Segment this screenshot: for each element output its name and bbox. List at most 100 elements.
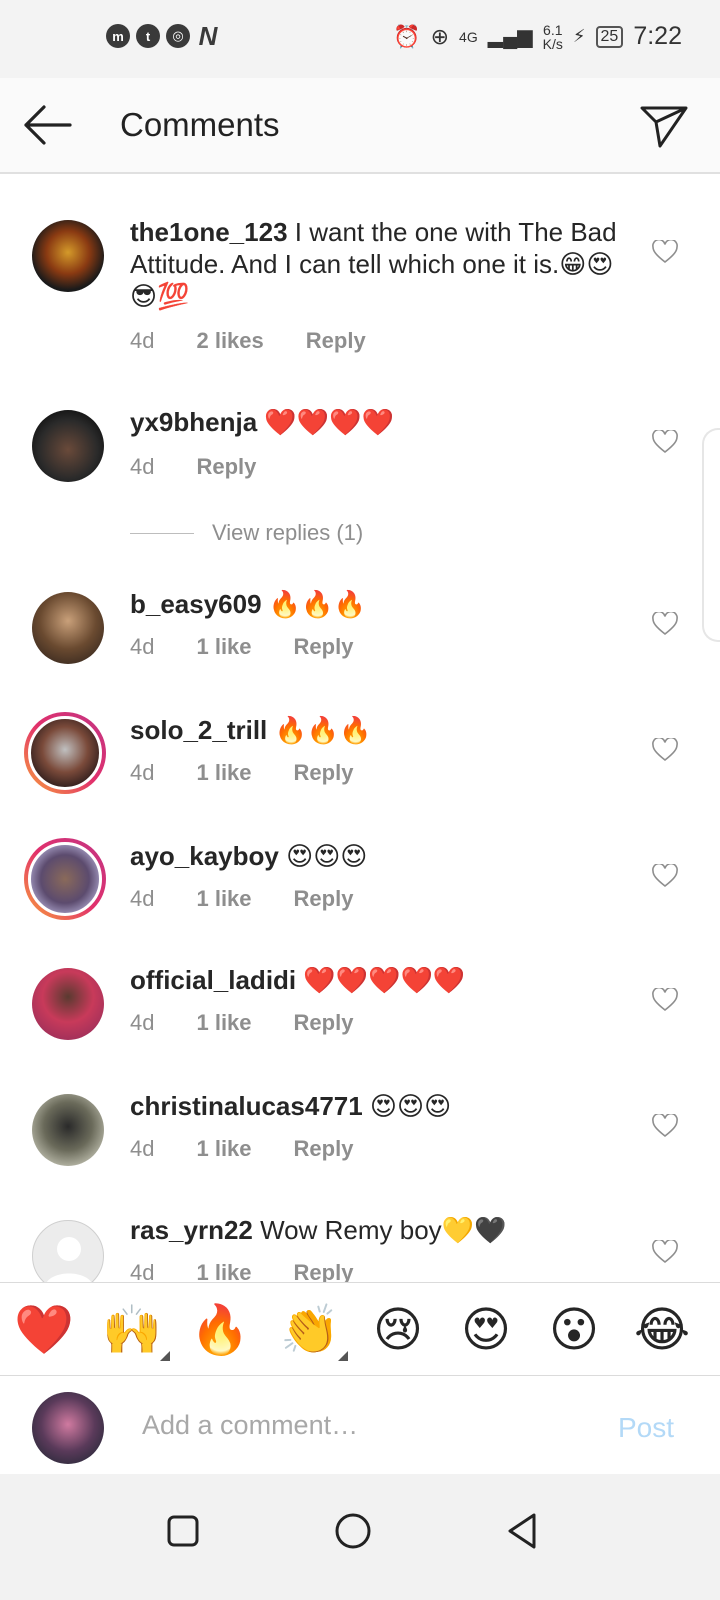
emoji-heart-button[interactable]: ❤️ [14, 1301, 74, 1361]
comment-text: solo_2_trill 🔥🔥🔥 [130, 714, 620, 746]
like-heart-icon[interactable] [652, 1114, 678, 1138]
comment-username[interactable]: yx9bhenja [130, 407, 257, 437]
notification-icons: m t ◎ N [106, 20, 220, 51]
comment-meta: 4d 1 like Reply [130, 1010, 395, 1036]
comment-body: 😍😍😍 [278, 841, 368, 871]
comment-username[interactable]: the1one_123 [130, 217, 288, 247]
avatar [28, 842, 102, 916]
direct-send-icon[interactable] [638, 100, 690, 152]
comment-age: 4d [130, 1010, 155, 1035]
comment-text: christinalucas4771 😍😍😍 [130, 1090, 620, 1122]
comment-age: 4d [130, 886, 155, 911]
avatar[interactable] [32, 592, 104, 664]
avatar [28, 716, 102, 790]
avatar[interactable] [32, 1094, 104, 1166]
comment-username[interactable]: official_ladidi [130, 965, 296, 995]
view-replies-button[interactable]: View replies (1) [130, 520, 363, 546]
chrome-icon: ◎ [166, 24, 190, 48]
comment-age: 4d [130, 634, 155, 659]
emoji-cry-button[interactable]: 😢 [368, 1301, 428, 1361]
like-heart-icon[interactable] [652, 1240, 678, 1264]
comment-age: 4d [130, 328, 155, 353]
battery-level: 25 [595, 25, 624, 48]
like-heart-icon[interactable] [652, 612, 678, 636]
like-count[interactable]: 1 like [196, 1136, 251, 1162]
comment-username[interactable]: ayo_kayboy [130, 841, 279, 871]
person-silhouette-icon [46, 1237, 92, 1282]
avatar-story-ring[interactable] [24, 838, 106, 920]
system-status: ⏰ ⊕ 4G ▂▄▆ 6.1 K/s ⚡ 25 7:22 [393, 22, 682, 51]
comment-username[interactable]: christinalucas4771 [130, 1091, 363, 1121]
signal-icon: ▂▄▆ [487, 26, 533, 48]
reply-button[interactable]: Reply [294, 1010, 354, 1036]
back-arrow-icon[interactable] [22, 104, 72, 146]
reply-button[interactable]: Reply [294, 760, 354, 786]
avatar[interactable] [32, 220, 104, 292]
scroll-indicator[interactable] [702, 428, 720, 642]
comment-body: 🔥🔥🔥 [261, 589, 366, 619]
emoji-clap-button[interactable]: 👏 [280, 1301, 348, 1361]
comment-age: 4d [130, 760, 155, 785]
comment-text: official_ladidi ❤️❤️❤️❤️❤️ [130, 964, 620, 996]
like-heart-icon[interactable] [652, 988, 678, 1012]
reply-button[interactable]: Reply [294, 1136, 354, 1162]
emoji-heart-eyes-button[interactable]: 😍 [456, 1301, 516, 1361]
emoji-raised-hands-button[interactable]: 🙌 [102, 1301, 170, 1361]
comment-username[interactable]: solo_2_trill [130, 715, 267, 745]
avatar[interactable] [32, 410, 104, 482]
comment-text: yx9bhenja ❤️❤️❤️❤️ [130, 406, 620, 438]
status-bar: m t ◎ N ⏰ ⊕ 4G ▂▄▆ 6.1 K/s ⚡ 25 7:22 [0, 0, 720, 78]
like-count[interactable]: 2 likes [196, 328, 263, 354]
speed-unit: K/s [542, 35, 563, 52]
comment-body: ❤️❤️❤️❤️ [257, 407, 394, 437]
comment-text: ayo_kayboy 😍😍😍 [130, 840, 620, 872]
reply-button[interactable]: Reply [294, 1260, 354, 1282]
like-heart-icon[interactable] [652, 240, 678, 264]
comment-meta: 4d 1 like Reply [130, 760, 395, 786]
reply-button[interactable]: Reply [306, 328, 366, 354]
add-circle-icon: ⊕ [430, 23, 450, 49]
comment-body: ❤️❤️❤️❤️❤️ [296, 965, 466, 995]
skin-tone-indicator [160, 1351, 170, 1361]
comment-age: 4d [130, 1260, 155, 1282]
like-count[interactable]: 1 like [196, 634, 251, 660]
like-count[interactable]: 1 like [196, 886, 251, 912]
comment-age: 4d [130, 454, 155, 479]
like-heart-icon[interactable] [652, 738, 678, 762]
recent-apps-icon[interactable] [156, 1504, 210, 1558]
like-heart-icon[interactable] [652, 430, 678, 454]
quick-emoji-bar: ❤️ 🙌 🔥 👏 😢 😍 😮 😂 [0, 1282, 720, 1376]
post-button[interactable]: Post [618, 1412, 674, 1444]
n-icon: N [198, 20, 218, 51]
comment-body: 🔥🔥🔥 [267, 715, 372, 745]
like-count[interactable]: 1 like [196, 760, 251, 786]
like-count[interactable]: 1 like [196, 1010, 251, 1036]
comment-input[interactable] [140, 1404, 584, 1446]
header: Comments [0, 78, 720, 174]
reply-button[interactable]: Reply [294, 886, 354, 912]
comment-username[interactable]: b_easy609 [130, 589, 262, 619]
twitter-icon: t [136, 24, 160, 48]
default-avatar[interactable] [32, 1220, 104, 1282]
comment-meta: 4d 1 like Reply [130, 886, 395, 912]
network-type: 4G [459, 28, 478, 45]
avatar[interactable] [32, 968, 104, 1040]
like-count[interactable]: 1 like [196, 1260, 251, 1282]
emoji-surprised-button[interactable]: 😮 [544, 1301, 604, 1361]
reply-button[interactable]: Reply [196, 454, 256, 480]
like-heart-icon[interactable] [652, 864, 678, 888]
avatar-story-ring[interactable] [24, 712, 106, 794]
reply-button[interactable]: Reply [294, 634, 354, 660]
comment-meta: 4d 1 like Reply [130, 1136, 395, 1162]
home-icon[interactable] [326, 1504, 380, 1558]
comment-body: 😍😍😍 [362, 1091, 452, 1121]
back-nav-icon[interactable] [496, 1504, 550, 1558]
emoji-laugh-button[interactable]: 😂 [632, 1301, 692, 1361]
comment-username[interactable]: ras_yrn22 [130, 1215, 253, 1245]
clock: 7:22 [633, 22, 682, 50]
charging-icon: ⚡ [572, 26, 586, 46]
messenger-icon: m [106, 24, 130, 48]
emoji-fire-button[interactable]: 🔥 [190, 1301, 250, 1361]
skin-tone-indicator [338, 1351, 348, 1361]
view-replies-label: View replies (1) [212, 520, 364, 545]
